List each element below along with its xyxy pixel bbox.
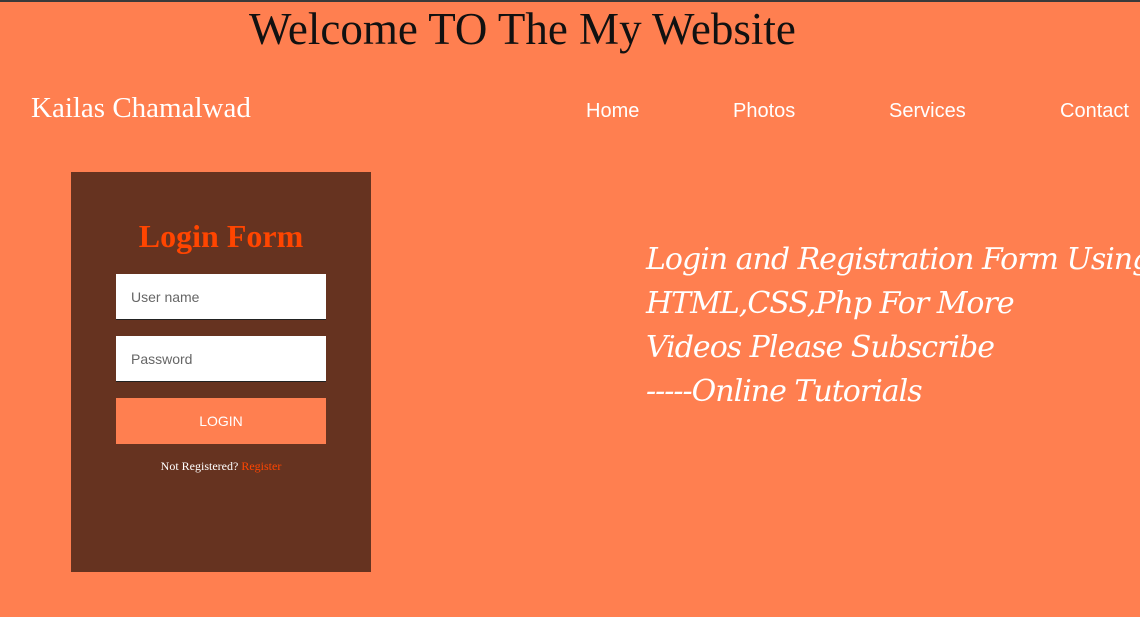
promo-line: Videos Please Subscribe — [646, 330, 995, 365]
not-registered-text: Not Registered? — [160, 459, 239, 473]
username-input[interactable] — [116, 274, 326, 320]
nav-link-home[interactable]: Home — [586, 100, 639, 123]
register-prompt: Not Registered? Register — [71, 459, 371, 474]
register-link[interactable]: Register — [241, 459, 281, 473]
login-button[interactable]: LOGIN — [116, 398, 326, 444]
promo-line: Login and Registration Form Using — [646, 242, 1140, 277]
promo-line: -----Online Tutorials — [646, 374, 923, 409]
promo-text: Login and Registration Form Using HTML,C… — [646, 238, 1140, 414]
nav-link-contact[interactable]: Contact — [1060, 100, 1129, 123]
login-form-panel: Login Form LOGIN Not Registered? Registe… — [71, 172, 371, 572]
page-welcome-title: Welcome TO The My Website — [249, 4, 796, 54]
nav-link-services[interactable]: Services — [889, 100, 966, 123]
nav-link-photos[interactable]: Photos — [733, 100, 795, 123]
promo-line: HTML,CSS,Php For More — [646, 286, 1015, 321]
brand-name: Kailas Chamalwad — [31, 92, 251, 124]
password-input[interactable] — [116, 336, 326, 382]
login-form-title: Login Form — [138, 218, 304, 254]
